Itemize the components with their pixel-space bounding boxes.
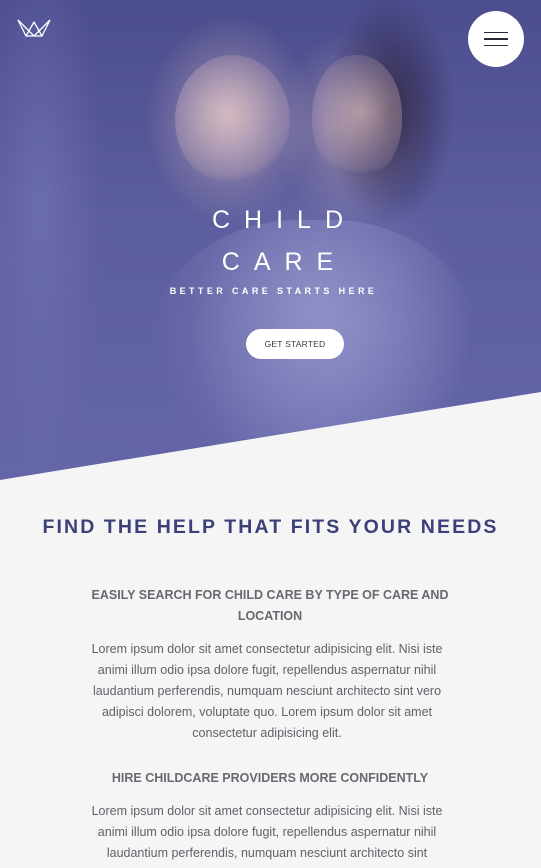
hamburger-menu-icon[interactable] xyxy=(468,11,524,67)
get-started-button[interactable]: GET STARTED xyxy=(246,329,344,359)
section-heading: FIND THE HELP THAT FITS YOUR NEEDS xyxy=(42,516,499,538)
hero-title-line2: CARE xyxy=(221,248,348,276)
hero-slant-divider xyxy=(0,392,541,480)
feature-title-hire: HIRE CHILDCARE PROVIDERS MORE CONFIDENTL… xyxy=(111,771,429,785)
hero-title-line1: CHILD xyxy=(211,206,357,234)
feature-text-hire: Lorem ipsum dolor sit amet consectetur a… xyxy=(91,804,443,860)
feature-title-search: EASILY SEARCH FOR CHILD CARE BY TYPE OF … xyxy=(91,588,449,623)
hero-section: CHILD CARE BETTER CARE STARTS HERE GET S… xyxy=(0,0,541,480)
feature-text-search: Lorem ipsum dolor sit amet consectetur a… xyxy=(91,642,443,740)
crown-icon[interactable] xyxy=(16,17,52,39)
hero-tagline: BETTER CARE STARTS HERE xyxy=(169,286,378,296)
menu-bar xyxy=(484,44,508,47)
menu-bar xyxy=(484,38,508,40)
menu-bar xyxy=(484,31,508,34)
